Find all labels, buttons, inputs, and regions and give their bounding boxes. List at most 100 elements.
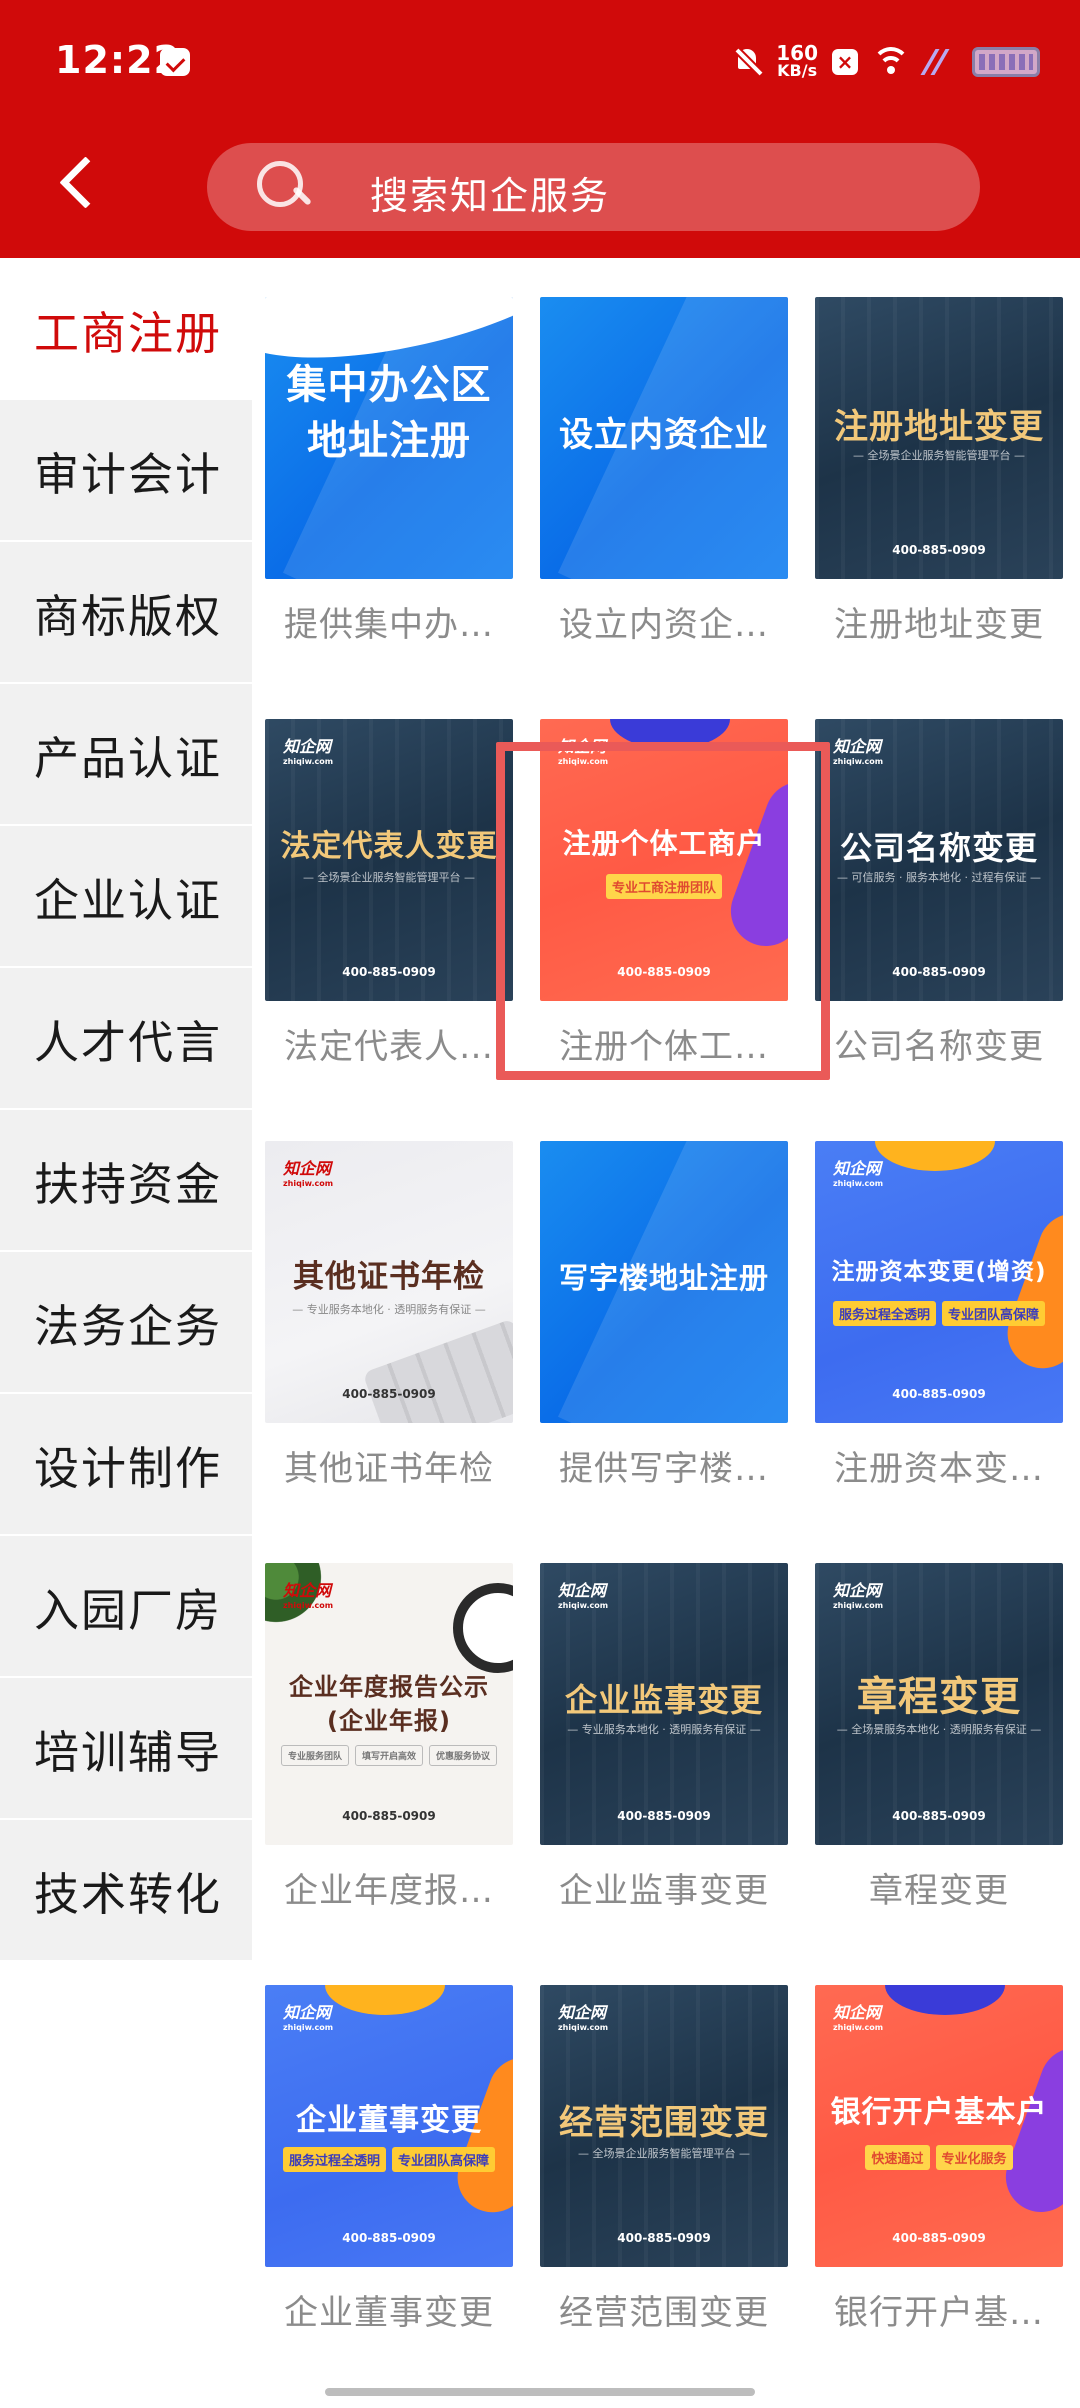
service-label[interactable]: 设立内资企… — [540, 597, 788, 646]
service-card[interactable]: 写字楼地址注册提供写字楼… — [540, 1141, 788, 1563]
thumbnail-phone: 400-885-0909 — [892, 1387, 986, 1401]
thumbnail-title: 章程变更 — [857, 1674, 1021, 1720]
thumbnail-tags: 专业服务团队 填写开启高效 优惠服务协议 — [265, 1745, 513, 1766]
service-label[interactable]: 注册资本变… — [815, 1441, 1063, 1490]
thumbnail-tag: 服务过程全透明 — [832, 1301, 936, 1326]
service-label[interactable]: 企业监事变更 — [540, 1863, 788, 1912]
service-card[interactable]: 知企网 zhiqiw.com 经营范围变更 — 全场景企业服务智能管理平台 — 400-… — [540, 1985, 788, 2407]
service-label[interactable]: 提供写字楼… — [540, 1441, 788, 1490]
thumbnail-tag: 专业团队高保障 — [942, 1301, 1046, 1326]
cup-image — [453, 1583, 513, 1673]
brand-logo-text: 知企网 — [283, 1581, 332, 1600]
thumbnail-tags: 服务过程全透明 专业团队高保障 — [265, 2147, 513, 2172]
decor-blob — [885, 1985, 1005, 2015]
service-card[interactable]: 设立内资企业设立内资企… — [540, 297, 788, 719]
network-speed: 160 KB/s — [776, 43, 818, 79]
thumbnail-title: 注册个体工商户 — [562, 827, 766, 860]
notification-icon — [160, 48, 190, 76]
home-indicator[interactable] — [325, 2388, 755, 2396]
thumbnail-subtitle: — 专业服务本地化 · 透明服务有保证 — — [567, 1723, 761, 1736]
service-label[interactable]: 经营范围变更 — [540, 2285, 788, 2334]
service-card[interactable]: 知企网 zhiqiw.com 银行开户基本户 快速通过 专业化服务 400-885-090… — [815, 1985, 1063, 2407]
thumbnail-tag: 快速通过 — [865, 2145, 930, 2170]
service-thumbnail[interactable]: 知企网 zhiqiw.com 注册资本变更(增资) 服务过程全透明 专业团队高保障 400… — [815, 1141, 1063, 1423]
back-button[interactable] — [55, 150, 95, 210]
brand-logo-text: 知企网 — [283, 2003, 332, 2022]
thumbnail-subtitle: — 专业服务本地化 · 透明服务有保证 — — [292, 1303, 486, 1316]
service-card[interactable]: 知企网 zhiqiw.com 章程变更 — 全场景服务本地化 · 透明服务有保证 — 4… — [815, 1563, 1063, 1985]
search-bar[interactable]: 搜索知企服务 — [207, 143, 980, 231]
service-thumbnail[interactable]: 注册地址变更 — 全场景企业服务智能管理平台 — 400-885-0909 — [815, 297, 1063, 579]
service-label[interactable]: 提供集中办… — [265, 597, 513, 646]
service-card[interactable]: 集中办公区 地址注册提供集中办… — [265, 297, 513, 719]
thumbnail-phone: 400-885-0909 — [617, 1809, 711, 1823]
sidebar-item-2[interactable]: 商标版权 — [0, 542, 252, 684]
service-thumbnail[interactable]: 知企网 zhiqiw.com 注册个体工商户 专业工商注册团队 400-885-0909 — [540, 719, 788, 1001]
brand-logo-domain: zhiqiw.com — [283, 757, 334, 766]
thumbnail-title: 集中办公区 地址注册 — [286, 362, 492, 464]
brand-logo-domain: zhiqiw.com — [558, 1601, 609, 1610]
sidebar-item-6[interactable]: 扶持资金 — [0, 1110, 252, 1252]
thumbnail-title: 注册地址变更 — [834, 407, 1044, 447]
service-label[interactable]: 其他证书年检 — [265, 1441, 513, 1490]
service-thumbnail[interactable]: 知企网 zhiqiw.com 章程变更 — 全场景服务本地化 · 透明服务有保证 — 4… — [815, 1563, 1063, 1845]
thumbnail-phone: 400-885-0909 — [342, 2231, 436, 2245]
brand-logo: 知企网 zhiqiw.com — [283, 1155, 333, 1188]
wifi-icon — [872, 47, 910, 77]
sidebar-item-3[interactable]: 产品认证 — [0, 684, 252, 826]
service-thumbnail[interactable]: 知企网 zhiqiw.com 法定代表人变更 — 全场景企业服务智能管理平台 — 400… — [265, 719, 513, 1001]
thumbnail-phone: 400-885-0909 — [892, 543, 986, 557]
sidebar-item-11[interactable]: 技术转化 — [0, 1820, 252, 1962]
service-label[interactable]: 企业董事变更 — [265, 2285, 513, 2334]
sidebar-item-5[interactable]: 人才代言 — [0, 968, 252, 1110]
brand-logo: 知企网 zhiqiw.com — [558, 733, 608, 766]
sidebar-item-0[interactable]: 工商注册 — [0, 258, 252, 400]
service-thumbnail[interactable]: 集中办公区 地址注册 — [265, 297, 513, 579]
service-card[interactable]: 注册地址变更 — 全场景企业服务智能管理平台 —400-885-0909 注册地址变… — [815, 297, 1063, 719]
service-label[interactable]: 法定代表人… — [265, 1019, 513, 1068]
service-card[interactable]: 知企网 zhiqiw.com 其他证书年检 — 专业服务本地化 · 透明服务有保证 —… — [265, 1141, 513, 1563]
thumbnail-title: 银行开户基本户 — [830, 2095, 1048, 2130]
service-thumbnail[interactable]: 知企网 zhiqiw.com 企业董事变更 服务过程全透明 专业团队高保障 400-885… — [265, 1985, 513, 2267]
thumbnail-phone: 400-885-0909 — [342, 1809, 436, 1823]
service-card[interactable]: 知企网 zhiqiw.com 企业董事变更 服务过程全透明 专业团队高保障 400-885… — [265, 1985, 513, 2407]
service-thumbnail[interactable]: 设立内资企业 — [540, 297, 788, 579]
search-placeholder: 搜索知企服务 — [370, 174, 611, 218]
brand-logo-domain: zhiqiw.com — [833, 1179, 884, 1188]
status-icons: 160 KB/s × — [732, 40, 1040, 84]
service-label[interactable]: 注册地址变更 — [815, 597, 1063, 646]
service-card[interactable]: 知企网 zhiqiw.com 企业监事变更 — 专业服务本地化 · 透明服务有保证 —… — [540, 1563, 788, 1985]
service-thumbnail[interactable]: 知企网 zhiqiw.com 经营范围变更 — 全场景企业服务智能管理平台 — 400-… — [540, 1985, 788, 2267]
service-thumbnail[interactable]: 知企网 zhiqiw.com 企业监事变更 — 专业服务本地化 · 透明服务有保证 —… — [540, 1563, 788, 1845]
decor-blob — [875, 1141, 995, 1171]
service-label[interactable]: 章程变更 — [815, 1863, 1063, 1912]
sidebar-item-10[interactable]: 培训辅导 — [0, 1678, 252, 1820]
sidebar-item-1[interactable]: 审计会计 — [0, 400, 252, 542]
app-notification-icon: × — [832, 49, 858, 75]
sidebar-item-8[interactable]: 设计制作 — [0, 1394, 252, 1536]
service-card[interactable]: 知企网 zhiqiw.com 注册个体工商户 专业工商注册团队 400-885-0909… — [540, 719, 788, 1141]
sidebar-item-7[interactable]: 法务企务 — [0, 1252, 252, 1394]
service-thumbnail[interactable]: 写字楼地址注册 — [540, 1141, 788, 1423]
service-thumbnail[interactable]: 知企网 zhiqiw.com 银行开户基本户 快速通过 专业化服务 400-885-090… — [815, 1985, 1063, 2267]
service-label[interactable]: 银行开户基… — [815, 2285, 1063, 2334]
service-thumbnail[interactable]: 知企网 zhiqiw.com 其他证书年检 — 专业服务本地化 · 透明服务有保证 —… — [265, 1141, 513, 1423]
service-label[interactable]: 公司名称变更 — [815, 1019, 1063, 1068]
mute-icon — [732, 45, 762, 79]
sidebar-item-9[interactable]: 入园厂房 — [0, 1536, 252, 1678]
brand-logo: 知企网 zhiqiw.com — [283, 733, 333, 766]
service-label[interactable]: 注册个体工… — [540, 1019, 788, 1068]
service-card[interactable]: 知企网 zhiqiw.com 法定代表人变更 — 全场景企业服务智能管理平台 — 400… — [265, 719, 513, 1141]
service-card[interactable]: 知企网 zhiqiw.com 企业年度报告公示 (企业年报) 专业服务团队 填写开启高效… — [265, 1563, 513, 1985]
service-card[interactable]: 知企网 zhiqiw.com 公司名称变更 — 可信服务 · 服务本地化 · 过程有保… — [815, 719, 1063, 1141]
brand-logo: 知企网 zhiqiw.com — [833, 1999, 883, 2032]
sidebar-item-4[interactable]: 企业认证 — [0, 826, 252, 968]
thumbnail-title: 经营范围变更 — [559, 2103, 769, 2143]
thumbnail-tags: 专业工商注册团队 — [540, 874, 788, 899]
service-thumbnail[interactable]: 知企网 zhiqiw.com 企业年度报告公示 (企业年报) 专业服务团队 填写开启高效… — [265, 1563, 513, 1845]
service-thumbnail[interactable]: 知企网 zhiqiw.com 公司名称变更 — 可信服务 · 服务本地化 · 过程有保… — [815, 719, 1063, 1001]
service-label[interactable]: 企业年度报… — [265, 1863, 513, 1912]
thumbnail-phone: 400-885-0909 — [342, 1387, 436, 1401]
thumbnail-phone: 400-885-0909 — [892, 1809, 986, 1823]
service-card[interactable]: 知企网 zhiqiw.com 注册资本变更(增资) 服务过程全透明 专业团队高保障 400… — [815, 1141, 1063, 1563]
